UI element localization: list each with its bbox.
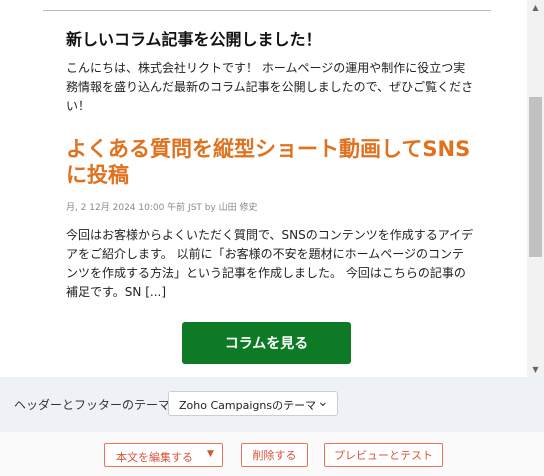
email-preview: 新しいコラム記事を公開しました！ こんにちは、株式会社リクトです！ ホームページ… bbox=[0, 0, 527, 377]
chevron-down-icon: ⌄ bbox=[317, 394, 329, 410]
divider bbox=[43, 10, 491, 11]
email-intro: こんにちは、株式会社リクトです！ ホームページの運用や制作に役立つ実務情報を盛り… bbox=[66, 61, 474, 113]
edit-body-button[interactable]: 本文を編集する ▼ bbox=[104, 443, 223, 467]
scroll-up-icon[interactable]: ▲ bbox=[527, 0, 544, 15]
view-column-button[interactable]: コラムを見る bbox=[182, 322, 351, 364]
caret-down-icon[interactable]: ▼ bbox=[207, 449, 214, 459]
article-meta: 月, 2 12月 2024 10:00 午前 JST by 山田 修史 bbox=[66, 203, 258, 213]
preview-test-button[interactable]: プレビューとテスト bbox=[324, 443, 443, 467]
article-excerpt: 今回はお客様からよくいただく質問で、SNSのコンテンツを作成するアイデアをご紹介… bbox=[66, 228, 474, 299]
edit-body-label: 本文を編集する bbox=[116, 451, 193, 464]
preview-scrollbar[interactable]: ▲ ▼ bbox=[527, 0, 544, 377]
article-title-link[interactable]: よくある質問を縦型ショート動画してSNSに投稿 bbox=[66, 136, 476, 188]
theme-select-value: Zoho Campaignsのテーマ bbox=[179, 399, 317, 412]
scroll-down-icon[interactable]: ▼ bbox=[527, 362, 544, 377]
theme-select[interactable]: Zoho Campaignsのテーマ ⌄ bbox=[168, 391, 338, 416]
email-heading: 新しいコラム記事を公開しました！ bbox=[66, 30, 322, 49]
delete-button[interactable]: 削除する bbox=[241, 443, 308, 467]
scroll-thumb[interactable] bbox=[529, 97, 542, 257]
theme-label: ヘッダーとフッターのテーマ bbox=[14, 398, 171, 412]
